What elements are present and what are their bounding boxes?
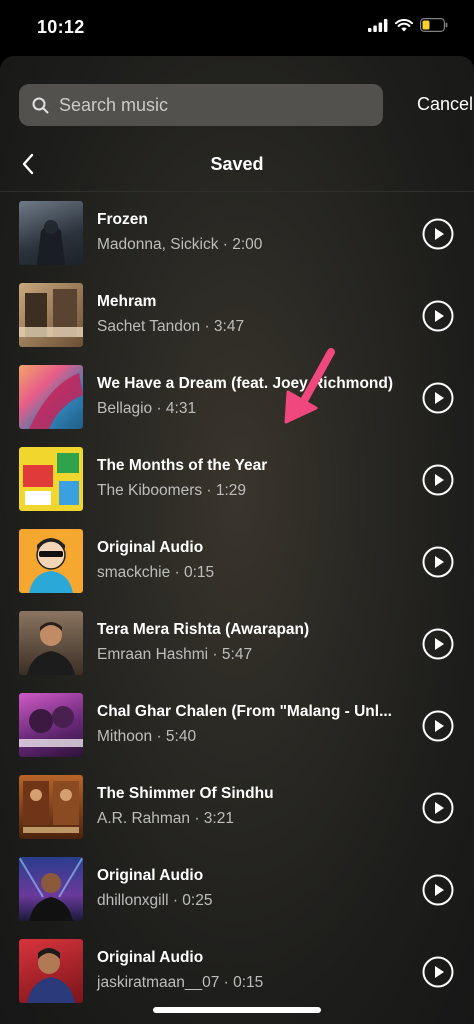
play-icon[interactable] [422, 710, 454, 742]
search-box[interactable] [19, 84, 383, 126]
track-artist-duration: smackchie · 0:15 [97, 564, 215, 581]
play-icon[interactable] [422, 546, 454, 578]
album-art [19, 365, 83, 429]
track-row[interactable]: Mehram Sachet Tandon · 3:47 [0, 283, 474, 349]
signal-icon [368, 18, 388, 32]
status-icons [368, 18, 448, 32]
track-row[interactable]: Original Audio jaskiratmaan__07 · 0:15 [0, 939, 474, 1005]
page-title: Saved [210, 154, 264, 174]
track-row[interactable]: We Have a Dream (feat. Joey Richmond) Be… [0, 365, 474, 431]
wifi-icon [395, 18, 413, 31]
play-icon[interactable] [422, 956, 454, 988]
home-indicator[interactable] [153, 1007, 321, 1013]
track-row[interactable]: Frozen Madonna, Sickick · 2:00 [0, 201, 474, 267]
cancel-button[interactable]: Cancel [417, 94, 473, 115]
search-row: Cancel [19, 84, 473, 126]
track-artist-duration: Bellagio · 4:31 [97, 400, 197, 417]
album-art [19, 693, 83, 757]
battery-icon [420, 18, 448, 32]
album-art [19, 775, 83, 839]
track-title: Original Audio [97, 867, 204, 884]
search-icon [32, 97, 49, 113]
track-title: Original Audio [97, 949, 204, 966]
header: Saved [0, 142, 474, 188]
track-row[interactable]: Original Audio dhillonxgill · 0:25 [0, 857, 474, 923]
status-bar: 10:12 [0, 0, 474, 56]
album-art [19, 283, 83, 347]
track-row[interactable]: The Shimmer Of Sindhu A.R. Rahman · 3:21 [0, 775, 474, 841]
album-art [19, 447, 83, 511]
track-row[interactable]: Tera Mera Rishta (Awarapan) Emraan Hashm… [0, 611, 474, 677]
track-title: Original Audio [97, 539, 204, 556]
track-artist-duration: Madonna, Sickick · 2:00 [97, 236, 263, 253]
annotation-arrow-icon [284, 348, 335, 424]
play-icon[interactable] [422, 300, 454, 332]
album-art [19, 201, 83, 265]
track-row[interactable]: Original Audio smackchie · 0:15 [0, 529, 474, 595]
track-title: The Shimmer Of Sindhu [97, 785, 274, 802]
track-artist-duration: A.R. Rahman · 3:21 [97, 810, 234, 827]
track-title: The Months of the Year [97, 457, 268, 474]
track-title: Tera Mera Rishta (Awarapan) [97, 621, 310, 638]
track-title: Frozen [97, 211, 148, 228]
play-icon[interactable] [422, 218, 454, 250]
album-art [19, 611, 83, 675]
search-input[interactable] [57, 93, 361, 117]
track-artist-duration: Emraan Hashmi · 5:47 [97, 646, 253, 663]
track-artist-duration: Sachet Tandon · 3:47 [97, 318, 245, 335]
play-icon[interactable] [422, 792, 454, 824]
play-icon[interactable] [422, 874, 454, 906]
play-icon[interactable] [422, 382, 454, 414]
track-artist-duration: jaskiratmaan__07 · 0:15 [97, 974, 264, 991]
track-row[interactable]: Chal Ghar Chalen (From "Malang - Unl... … [0, 693, 474, 759]
status-time: 10:12 [37, 17, 85, 37]
track-artist-duration: dhillonxgill · 0:25 [97, 892, 213, 909]
track-artist-duration: The Kiboomers · 1:29 [97, 482, 247, 499]
divider [0, 191, 474, 192]
play-icon[interactable] [422, 464, 454, 496]
album-art [19, 857, 83, 921]
track-title: Chal Ghar Chalen (From "Malang - Unl... [97, 703, 392, 720]
track-artist-duration: Mithoon · 5:40 [97, 728, 197, 745]
track-title: We Have a Dream (feat. Joey Richmond) [97, 375, 394, 392]
music-picker-sheet: Cancel Saved Frozen Madonna, Sickick · 2… [0, 56, 474, 1024]
track-title: Mehram [97, 293, 157, 310]
play-icon[interactable] [422, 628, 454, 660]
album-art [19, 529, 83, 593]
album-art [19, 939, 83, 1003]
track-row[interactable]: The Months of the Year The Kiboomers · 1… [0, 447, 474, 513]
